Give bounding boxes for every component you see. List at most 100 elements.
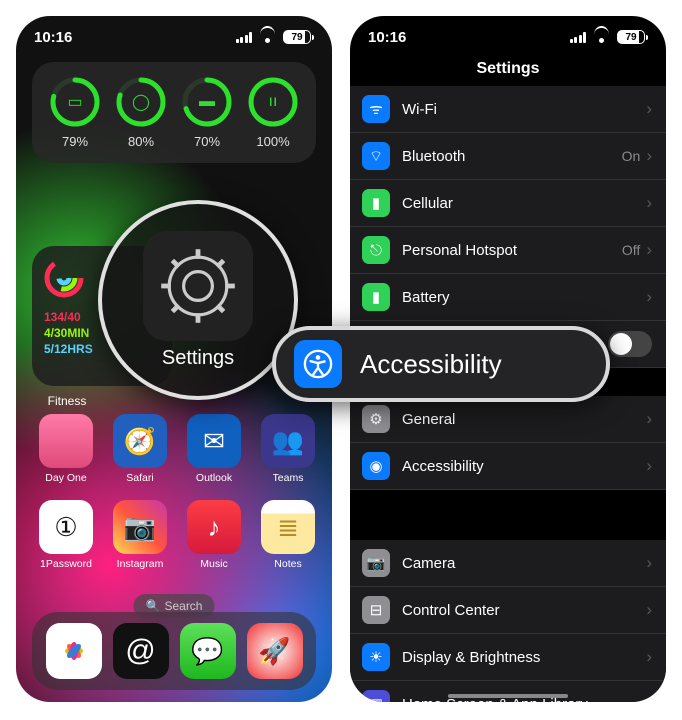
row-label: Wi-Fi	[402, 101, 646, 118]
battery-item-phone: ▭ 79%	[49, 76, 101, 149]
cam-icon: 📷	[362, 549, 390, 577]
teams-icon: 👥	[261, 414, 315, 468]
dock: @ 💬 🚀	[32, 612, 316, 690]
batteries-widget[interactable]: ▭ 79% ◯ 80% ▬ 70% ıı 100%	[32, 62, 316, 163]
1password-app[interactable]: ① 1Password	[32, 500, 100, 570]
threads-app[interactable]: @	[113, 623, 169, 679]
home-icon: ▦	[362, 690, 390, 702]
wifi-icon	[260, 31, 275, 43]
row-label: Battery	[402, 289, 646, 306]
settings-app-icon	[143, 231, 253, 341]
battery-pct: 100%	[256, 134, 289, 149]
row-label: General	[402, 411, 646, 428]
battery-pct: 70%	[194, 134, 220, 149]
battery-pct: 79%	[62, 134, 88, 149]
row-label: Control Center	[402, 602, 646, 619]
chevron-icon: ›	[646, 287, 652, 307]
settings-app-label: Settings	[162, 347, 234, 370]
1password-icon: ①	[39, 500, 93, 554]
settings-row-cell[interactable]: ▮ Cellular ›	[350, 180, 666, 227]
gen-icon: ⚙︎	[362, 405, 390, 433]
music-icon: ♪	[187, 500, 241, 554]
accessibility-icon	[294, 340, 342, 388]
cc-icon: ⊟	[362, 596, 390, 624]
settings-row-home[interactable]: ▦ Home Screen & App Library ›	[350, 681, 666, 702]
app-label: Teams	[273, 472, 304, 484]
outlook-icon: ✉︎	[187, 414, 241, 468]
home-indicator[interactable]	[448, 694, 568, 698]
row-value: On	[622, 148, 641, 164]
app-label: Instagram	[117, 558, 164, 570]
cell-icon: ▮	[362, 189, 390, 217]
settings-row-disp[interactable]: ☀︎ Display & Brightness ›	[350, 634, 666, 681]
safari-icon: 🧭	[113, 414, 167, 468]
chevron-icon: ›	[646, 694, 652, 702]
battery-item-watch: ◯ 80%	[115, 76, 167, 149]
notes-app[interactable]: ≣ Notes	[254, 500, 322, 570]
watch-icon: ◯	[115, 76, 167, 128]
dayone-icon	[39, 414, 93, 468]
dayone-app[interactable]: Day One	[32, 414, 100, 484]
airpods-icon: ıı	[247, 76, 299, 128]
search-icon: 🔍	[146, 599, 161, 613]
chevron-icon: ›	[646, 240, 652, 260]
settings-row-wifi[interactable]: ᯤ Wi-Fi ›	[350, 86, 666, 133]
fitness-label: Fitness	[32, 394, 102, 408]
callout-accessibility-row[interactable]: Accessibility	[272, 326, 610, 402]
settings-row-access[interactable]: ◉ Accessibility ›	[350, 443, 666, 490]
instagram-icon: 📷	[113, 500, 167, 554]
settings-row-cam[interactable]: 📷 Camera ›	[350, 540, 666, 587]
settings-row-cc[interactable]: ⊟ Control Center ›	[350, 587, 666, 634]
disp-icon: ☀︎	[362, 643, 390, 671]
toggle[interactable]	[608, 331, 652, 357]
access-icon: ◉	[362, 452, 390, 480]
row-value: Off	[622, 242, 640, 258]
notes-icon: ≣	[261, 500, 315, 554]
status-time: 10:16	[368, 29, 406, 46]
messages-app[interactable]: 💬	[180, 623, 236, 679]
battery-pct: 80%	[128, 134, 154, 149]
battery-indicator: 79	[617, 30, 648, 44]
phone-icon: ▭	[49, 76, 101, 128]
row-label: Personal Hotspot	[402, 242, 622, 259]
search-label: Search	[164, 599, 202, 613]
settings-row-batt[interactable]: ▮ Battery ›	[350, 274, 666, 321]
row-label: Bluetooth	[402, 148, 622, 165]
chevron-icon: ›	[646, 456, 652, 476]
callout-settings-app[interactable]: Settings	[98, 200, 298, 400]
battery-indicator: 79	[283, 30, 314, 44]
row-label: Accessibility	[402, 458, 646, 475]
safari-app[interactable]: 🧭 Safari	[106, 414, 174, 484]
app-label: Day One	[45, 472, 86, 484]
app-label: Music	[200, 558, 227, 570]
hotspot-icon: ⎋	[362, 236, 390, 264]
launch-center-app[interactable]: 🚀	[247, 623, 303, 679]
music-app[interactable]: ♪ Music	[180, 500, 248, 570]
chevron-icon: ›	[646, 409, 652, 429]
chevron-icon: ›	[646, 600, 652, 620]
chevron-icon: ›	[646, 146, 652, 166]
case-icon: ▬	[181, 76, 233, 128]
outlook-app[interactable]: ✉︎ Outlook	[180, 414, 248, 484]
chevron-icon: ›	[646, 553, 652, 573]
photos-app[interactable]	[46, 623, 102, 679]
row-label: Display & Brightness	[402, 649, 646, 666]
wifi-icon: ᯤ	[362, 95, 390, 123]
batt-icon: ▮	[362, 283, 390, 311]
app-label: 1Password	[40, 558, 92, 570]
status-bar: 10:16 79	[16, 16, 332, 52]
chevron-icon: ›	[646, 99, 652, 119]
status-bar: 10:16 79	[350, 16, 666, 52]
settings-row-bt[interactable]: ⌔ Bluetooth On›	[350, 133, 666, 180]
cellular-signal-icon	[570, 32, 587, 43]
app-label: Safari	[126, 472, 153, 484]
settings-row-gen[interactable]: ⚙︎ General ›	[350, 396, 666, 443]
chevron-icon: ›	[646, 193, 652, 213]
battery-item-airpods: ıı 100%	[247, 76, 299, 149]
teams-app[interactable]: 👥 Teams	[254, 414, 322, 484]
chevron-icon: ›	[646, 647, 652, 667]
status-time: 10:16	[34, 29, 72, 46]
instagram-app[interactable]: 📷 Instagram	[106, 500, 174, 570]
settings-row-hotspot[interactable]: ⎋ Personal Hotspot Off ›	[350, 227, 666, 274]
app-label: Notes	[274, 558, 301, 570]
